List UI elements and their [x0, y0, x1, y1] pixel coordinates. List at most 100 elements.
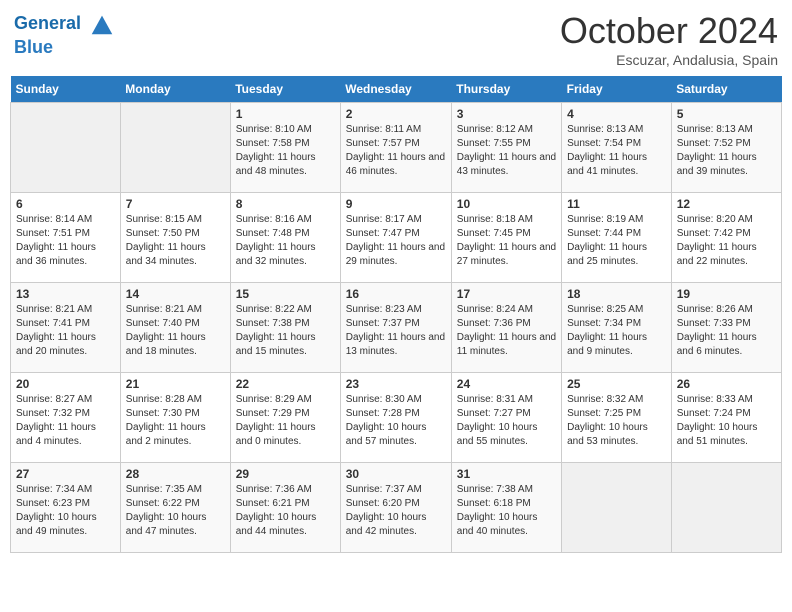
day-cell: 18 Sunrise: 8:25 AM Sunset: 7:34 PM Dayli…	[562, 283, 672, 373]
day-info: Sunrise: 8:15 AM Sunset: 7:50 PM Dayligh…	[126, 213, 225, 269]
day-cell: 20 Sunrise: 8:27 AM Sunset: 7:32 PM Dayli…	[11, 373, 121, 463]
day-cell: 12 Sunrise: 8:20 AM Sunset: 7:42 PM Dayli…	[671, 193, 781, 283]
day-number: 30	[346, 467, 446, 481]
day-cell: 27Sunrise: 7:34 AM Sunset: 6:23 PM Dayli…	[11, 463, 121, 553]
day-cell: 13 Sunrise: 8:21 AM Sunset: 7:41 PM Dayli…	[11, 283, 121, 373]
day-cell	[671, 463, 781, 553]
week-row-3: 13 Sunrise: 8:21 AM Sunset: 7:41 PM Dayli…	[11, 283, 782, 373]
day-number: 6	[16, 197, 115, 211]
day-number: 18	[567, 287, 666, 301]
header-friday: Friday	[562, 76, 672, 103]
day-cell	[562, 463, 672, 553]
day-info: Sunrise: 7:37 AM Sunset: 6:20 PM Dayligh…	[346, 483, 446, 539]
day-cell: 19 Sunrise: 8:26 AM Sunset: 7:33 PM Dayli…	[671, 283, 781, 373]
day-number: 25	[567, 377, 666, 391]
day-info: Sunrise: 8:19 AM Sunset: 7:44 PM Dayligh…	[567, 213, 666, 269]
day-number: 28	[126, 467, 225, 481]
day-cell	[120, 103, 230, 193]
day-cell: 30 Sunrise: 7:37 AM Sunset: 6:20 PM Dayli…	[340, 463, 451, 553]
day-info: Sunrise: 8:25 AM Sunset: 7:34 PM Dayligh…	[567, 303, 666, 359]
day-number: 3	[457, 107, 556, 121]
page-header: General Blue October 2024 Escuzar, Andal…	[10, 10, 782, 68]
day-number: 12	[677, 197, 776, 211]
day-number: 21	[126, 377, 225, 391]
day-info: Sunrise: 7:38 AM Sunset: 6:18 PM Dayligh…	[457, 483, 556, 539]
day-number: 24	[457, 377, 556, 391]
day-info: Sunrise: 8:11 AM Sunset: 7:57 PM Dayligh…	[346, 123, 446, 179]
day-info: Sunrise: 8:21 AM Sunset: 7:41 PM Dayligh…	[16, 303, 115, 359]
logo-subtext: Blue	[14, 38, 116, 58]
day-info: Sunrise: 8:14 AM Sunset: 7:51 PM Dayligh…	[16, 213, 115, 269]
header-saturday: Saturday	[671, 76, 781, 103]
calendar-table: SundayMondayTuesdayWednesdayThursdayFrid…	[10, 76, 782, 553]
day-cell: 29 Sunrise: 7:36 AM Sunset: 6:21 PM Dayli…	[230, 463, 340, 553]
day-cell: 28Sunrise: 7:35 AM Sunset: 6:22 PM Dayli…	[120, 463, 230, 553]
day-info: Sunrise: 8:17 AM Sunset: 7:47 PM Dayligh…	[346, 213, 446, 269]
subtitle: Escuzar, Andalusia, Spain	[560, 52, 778, 68]
title-section: October 2024 Escuzar, Andalusia, Spain	[560, 10, 778, 68]
day-number: 7	[126, 197, 225, 211]
header-tuesday: Tuesday	[230, 76, 340, 103]
week-row-2: 6 Sunrise: 8:14 AM Sunset: 7:51 PM Daylig…	[11, 193, 782, 283]
logo: General Blue	[14, 10, 116, 58]
day-cell: 21Sunrise: 8:28 AM Sunset: 7:30 PM Dayli…	[120, 373, 230, 463]
day-cell: 9Sunrise: 8:17 AM Sunset: 7:47 PM Daylig…	[340, 193, 451, 283]
day-info: Sunrise: 8:27 AM Sunset: 7:32 PM Dayligh…	[16, 393, 115, 449]
header-row: SundayMondayTuesdayWednesdayThursdayFrid…	[11, 76, 782, 103]
day-cell: 14 Sunrise: 8:21 AM Sunset: 7:40 PM Dayli…	[120, 283, 230, 373]
day-number: 31	[457, 467, 556, 481]
day-number: 22	[236, 377, 335, 391]
day-number: 15	[236, 287, 335, 301]
day-cell: 22 Sunrise: 8:29 AM Sunset: 7:29 PM Dayli…	[230, 373, 340, 463]
day-info: Sunrise: 8:20 AM Sunset: 7:42 PM Dayligh…	[677, 213, 776, 269]
day-number: 16	[346, 287, 446, 301]
day-cell: 7 Sunrise: 8:15 AM Sunset: 7:50 PM Daylig…	[120, 193, 230, 283]
day-number: 14	[126, 287, 225, 301]
day-cell: 2 Sunrise: 8:11 AM Sunset: 7:57 PM Daylig…	[340, 103, 451, 193]
day-number: 8	[236, 197, 335, 211]
day-number: 11	[567, 197, 666, 211]
day-info: Sunrise: 8:29 AM Sunset: 7:29 PM Dayligh…	[236, 393, 335, 449]
day-info: Sunrise: 7:36 AM Sunset: 6:21 PM Dayligh…	[236, 483, 335, 539]
day-cell: 8 Sunrise: 8:16 AM Sunset: 7:48 PM Daylig…	[230, 193, 340, 283]
day-cell: 11 Sunrise: 8:19 AM Sunset: 7:44 PM Dayli…	[562, 193, 672, 283]
day-cell: 23Sunrise: 8:30 AM Sunset: 7:28 PM Dayli…	[340, 373, 451, 463]
header-thursday: Thursday	[451, 76, 561, 103]
day-number: 13	[16, 287, 115, 301]
day-number: 26	[677, 377, 776, 391]
day-cell: 10Sunrise: 8:18 AM Sunset: 7:45 PM Dayli…	[451, 193, 561, 283]
day-info: Sunrise: 8:16 AM Sunset: 7:48 PM Dayligh…	[236, 213, 335, 269]
day-cell: 31 Sunrise: 7:38 AM Sunset: 6:18 PM Dayli…	[451, 463, 561, 553]
day-info: Sunrise: 8:31 AM Sunset: 7:27 PM Dayligh…	[457, 393, 556, 449]
day-info: Sunrise: 8:33 AM Sunset: 7:24 PM Dayligh…	[677, 393, 776, 449]
day-cell	[11, 103, 121, 193]
day-info: Sunrise: 8:21 AM Sunset: 7:40 PM Dayligh…	[126, 303, 225, 359]
day-number: 23	[346, 377, 446, 391]
day-info: Sunrise: 8:26 AM Sunset: 7:33 PM Dayligh…	[677, 303, 776, 359]
day-info: Sunrise: 8:10 AM Sunset: 7:58 PM Dayligh…	[236, 123, 335, 179]
day-cell: 17Sunrise: 8:24 AM Sunset: 7:36 PM Dayli…	[451, 283, 561, 373]
day-info: Sunrise: 8:32 AM Sunset: 7:25 PM Dayligh…	[567, 393, 666, 449]
week-row-5: 27Sunrise: 7:34 AM Sunset: 6:23 PM Dayli…	[11, 463, 782, 553]
day-number: 19	[677, 287, 776, 301]
day-info: Sunrise: 8:24 AM Sunset: 7:36 PM Dayligh…	[457, 303, 556, 359]
day-cell: 5 Sunrise: 8:13 AM Sunset: 7:52 PM Daylig…	[671, 103, 781, 193]
day-cell: 24 Sunrise: 8:31 AM Sunset: 7:27 PM Dayli…	[451, 373, 561, 463]
day-cell: 3Sunrise: 8:12 AM Sunset: 7:55 PM Daylig…	[451, 103, 561, 193]
day-cell: 15 Sunrise: 8:22 AM Sunset: 7:38 PM Dayli…	[230, 283, 340, 373]
day-cell: 26 Sunrise: 8:33 AM Sunset: 7:24 PM Dayli…	[671, 373, 781, 463]
logo-text: General	[14, 10, 116, 38]
day-info: Sunrise: 8:22 AM Sunset: 7:38 PM Dayligh…	[236, 303, 335, 359]
week-row-1: 1 Sunrise: 8:10 AM Sunset: 7:58 PM Daylig…	[11, 103, 782, 193]
day-cell: 6 Sunrise: 8:14 AM Sunset: 7:51 PM Daylig…	[11, 193, 121, 283]
week-row-4: 20 Sunrise: 8:27 AM Sunset: 7:32 PM Dayli…	[11, 373, 782, 463]
day-cell: 1 Sunrise: 8:10 AM Sunset: 7:58 PM Daylig…	[230, 103, 340, 193]
day-number: 1	[236, 107, 335, 121]
day-number: 2	[346, 107, 446, 121]
day-number: 29	[236, 467, 335, 481]
day-number: 20	[16, 377, 115, 391]
day-info: Sunrise: 8:23 AM Sunset: 7:37 PM Dayligh…	[346, 303, 446, 359]
day-info: Sunrise: 8:13 AM Sunset: 7:54 PM Dayligh…	[567, 123, 666, 179]
day-number: 5	[677, 107, 776, 121]
day-info: Sunrise: 8:13 AM Sunset: 7:52 PM Dayligh…	[677, 123, 776, 179]
